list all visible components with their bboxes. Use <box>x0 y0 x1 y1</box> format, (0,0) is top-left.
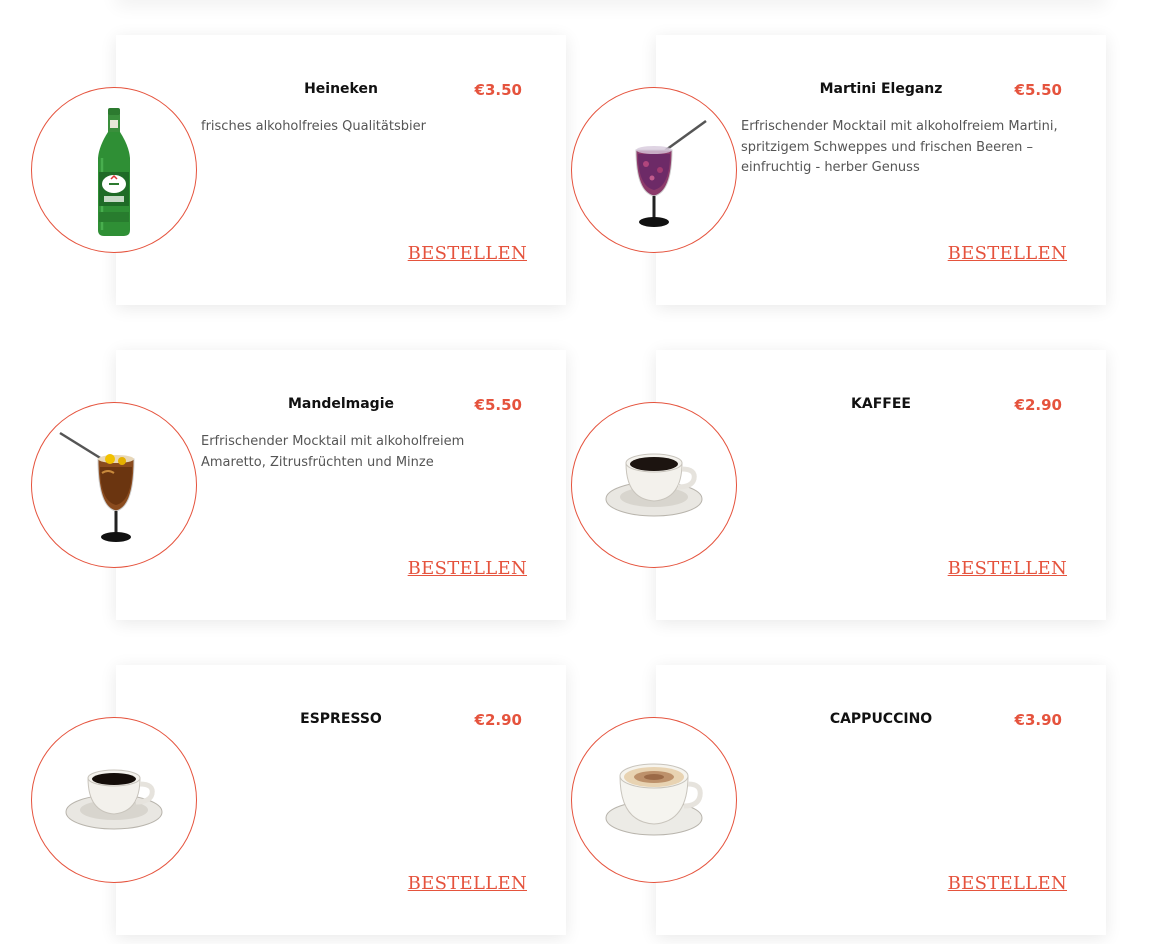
product-image-cappuccino <box>571 717 737 883</box>
product-description: Erfrischender Mocktail mit alkoholfreiem… <box>741 119 1058 175</box>
product-price: €2.90 <box>1014 396 1062 414</box>
order-button[interactable]: BESTELLEN <box>408 243 527 264</box>
product-price: €3.50 <box>474 81 522 99</box>
order-button[interactable]: BESTELLEN <box>948 873 1067 894</box>
order-button[interactable]: BESTELLEN <box>948 243 1067 264</box>
product-name: CAPPUCCINO <box>829 711 933 727</box>
product-image-martini-eleganz <box>571 87 737 253</box>
order-button[interactable]: BESTELLEN <box>948 558 1067 579</box>
cappuccino-cup-icon <box>605 763 703 836</box>
product-name: KAFFEE <box>851 396 911 412</box>
espresso-cup-icon <box>65 769 163 830</box>
product-name: Heineken <box>304 81 378 97</box>
product-image-kaffee <box>571 402 737 568</box>
product-image-mandelmagie <box>31 402 197 568</box>
coffee-cup-icon <box>605 453 703 517</box>
product-price: €2.90 <box>474 711 522 729</box>
product-name: Mandelmagie <box>287 396 394 412</box>
product-image-heineken <box>31 87 197 253</box>
berry-cocktail-icon <box>635 119 707 227</box>
amaretto-cocktail-icon <box>59 431 135 542</box>
product-price: €5.50 <box>474 396 522 414</box>
order-button[interactable]: BESTELLEN <box>408 873 527 894</box>
product-name: ESPRESSO <box>300 711 382 727</box>
product-description: Erfrischender Mocktail mit alkoholfreiem… <box>201 434 465 470</box>
product-image-espresso <box>31 717 197 883</box>
product-description: frisches alkoholfreies Qualitätsbier <box>201 119 426 134</box>
product-price: €5.50 <box>1014 81 1062 99</box>
order-button[interactable]: BESTELLEN <box>408 558 527 579</box>
beer-bottle-icon <box>98 108 130 236</box>
product-price: €3.90 <box>1014 711 1062 729</box>
product-name: Martini Eleganz <box>819 81 943 97</box>
